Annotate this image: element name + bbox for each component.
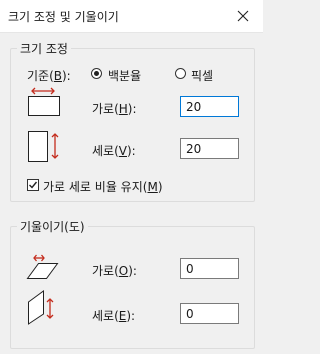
- window-title: 크기 조정 및 기울이기: [8, 10, 119, 24]
- resize-vertical-label: 세로(V):: [92, 144, 136, 158]
- close-icon: [237, 10, 249, 22]
- skew-legend: 기울이기(도): [17, 218, 88, 235]
- resize-legend: 크기 조정: [17, 40, 71, 57]
- keep-ratio-checkbox[interactable]: [27, 179, 39, 191]
- resize-vertical-input[interactable]: 20: [180, 138, 239, 159]
- close-button[interactable]: [223, 0, 263, 32]
- resize-horizontal-label: 가로(H):: [92, 102, 137, 116]
- pixel-radio[interactable]: [175, 68, 186, 79]
- title-bar: 크기 조정 및 기울이기: [0, 0, 263, 33]
- percent-radio[interactable]: [91, 68, 102, 79]
- skew-horizontal-icon: [26, 254, 59, 279]
- skew-horizontal-input[interactable]: 0: [180, 258, 239, 279]
- resize-horizontal-input[interactable]: 20: [180, 96, 239, 117]
- pixel-label: 픽셀: [191, 69, 214, 83]
- percent-label: 백분율: [108, 69, 142, 83]
- resize-vertical-icon: [28, 131, 59, 162]
- skew-vertical-input[interactable]: 0: [180, 303, 239, 324]
- resize-horizontal-icon: [28, 87, 60, 116]
- basis-label: 기준(B):: [27, 69, 71, 83]
- skew-vertical-icon: [28, 290, 54, 325]
- keep-ratio-label: 가로 세로 비율 유지(M): [43, 180, 163, 194]
- checkmark-icon: [29, 181, 38, 189]
- skew-horizontal-label: 가로(O):: [92, 264, 137, 278]
- skew-vertical-label: 세로(E):: [92, 309, 136, 323]
